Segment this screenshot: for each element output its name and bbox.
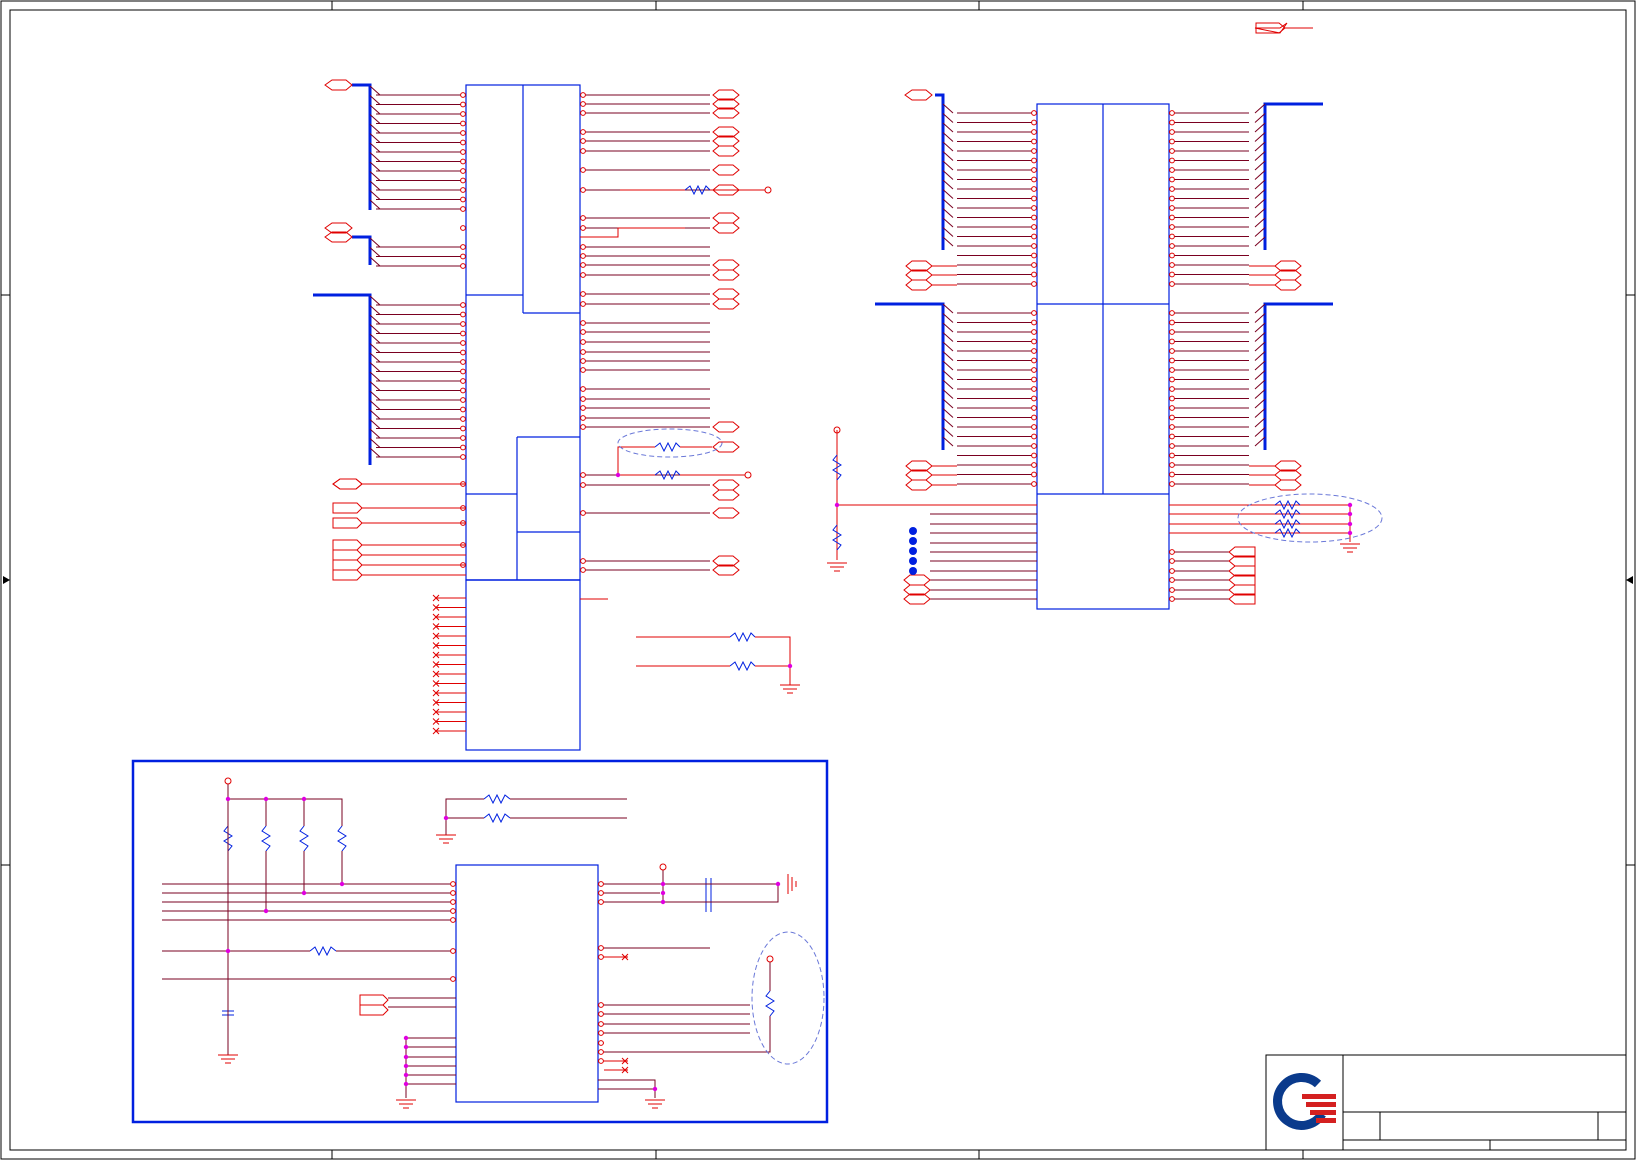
wires-left-ic-misc (580, 186, 800, 694)
offpage-connectors-left-ic-outputs (712, 89, 740, 576)
resistors-left-ic (654, 184, 756, 672)
dashed-group-bottom (751, 931, 825, 1065)
sub-circuit-frame (131, 759, 829, 1124)
bus-left-a (313, 83, 372, 465)
wires-right-ic-bottom-left (903, 513, 1037, 605)
offpage-connectors-right-bottom (1169, 546, 1256, 605)
ic-left-left-pins (332, 92, 466, 568)
center-arrow-marks (3, 576, 1633, 584)
no-connect-pins-left-ic (432, 594, 608, 735)
wires-right-ic-bottom (827, 426, 1360, 572)
dashed-group-resistor-array (1237, 493, 1383, 543)
ic-bottom-pins (450, 881, 629, 1074)
ic-left-main (465, 84, 581, 751)
offpage-connector-left-wires (362, 507, 466, 576)
offpage-connectors-right-ic (904, 22, 1313, 101)
test-points-right-ic (909, 527, 917, 575)
offpage-connector-left (324, 79, 466, 581)
wires-bottom-block (162, 784, 779, 1098)
ground-symbols-bottom (218, 777, 797, 1109)
ic-left-right-pins (580, 92, 710, 573)
schematic-sheet (0, 0, 1636, 1160)
resistor-array-right (1274, 499, 1301, 539)
company-logo-icon (1273, 1073, 1336, 1130)
ic-right-main (1036, 103, 1170, 610)
ic-bottom (455, 864, 599, 1103)
pullup-resistors-bottom (222, 793, 775, 1017)
bus-right (875, 93, 1333, 450)
sheet-border (0, 0, 1636, 1160)
dashed-group-left-ic (617, 428, 723, 458)
